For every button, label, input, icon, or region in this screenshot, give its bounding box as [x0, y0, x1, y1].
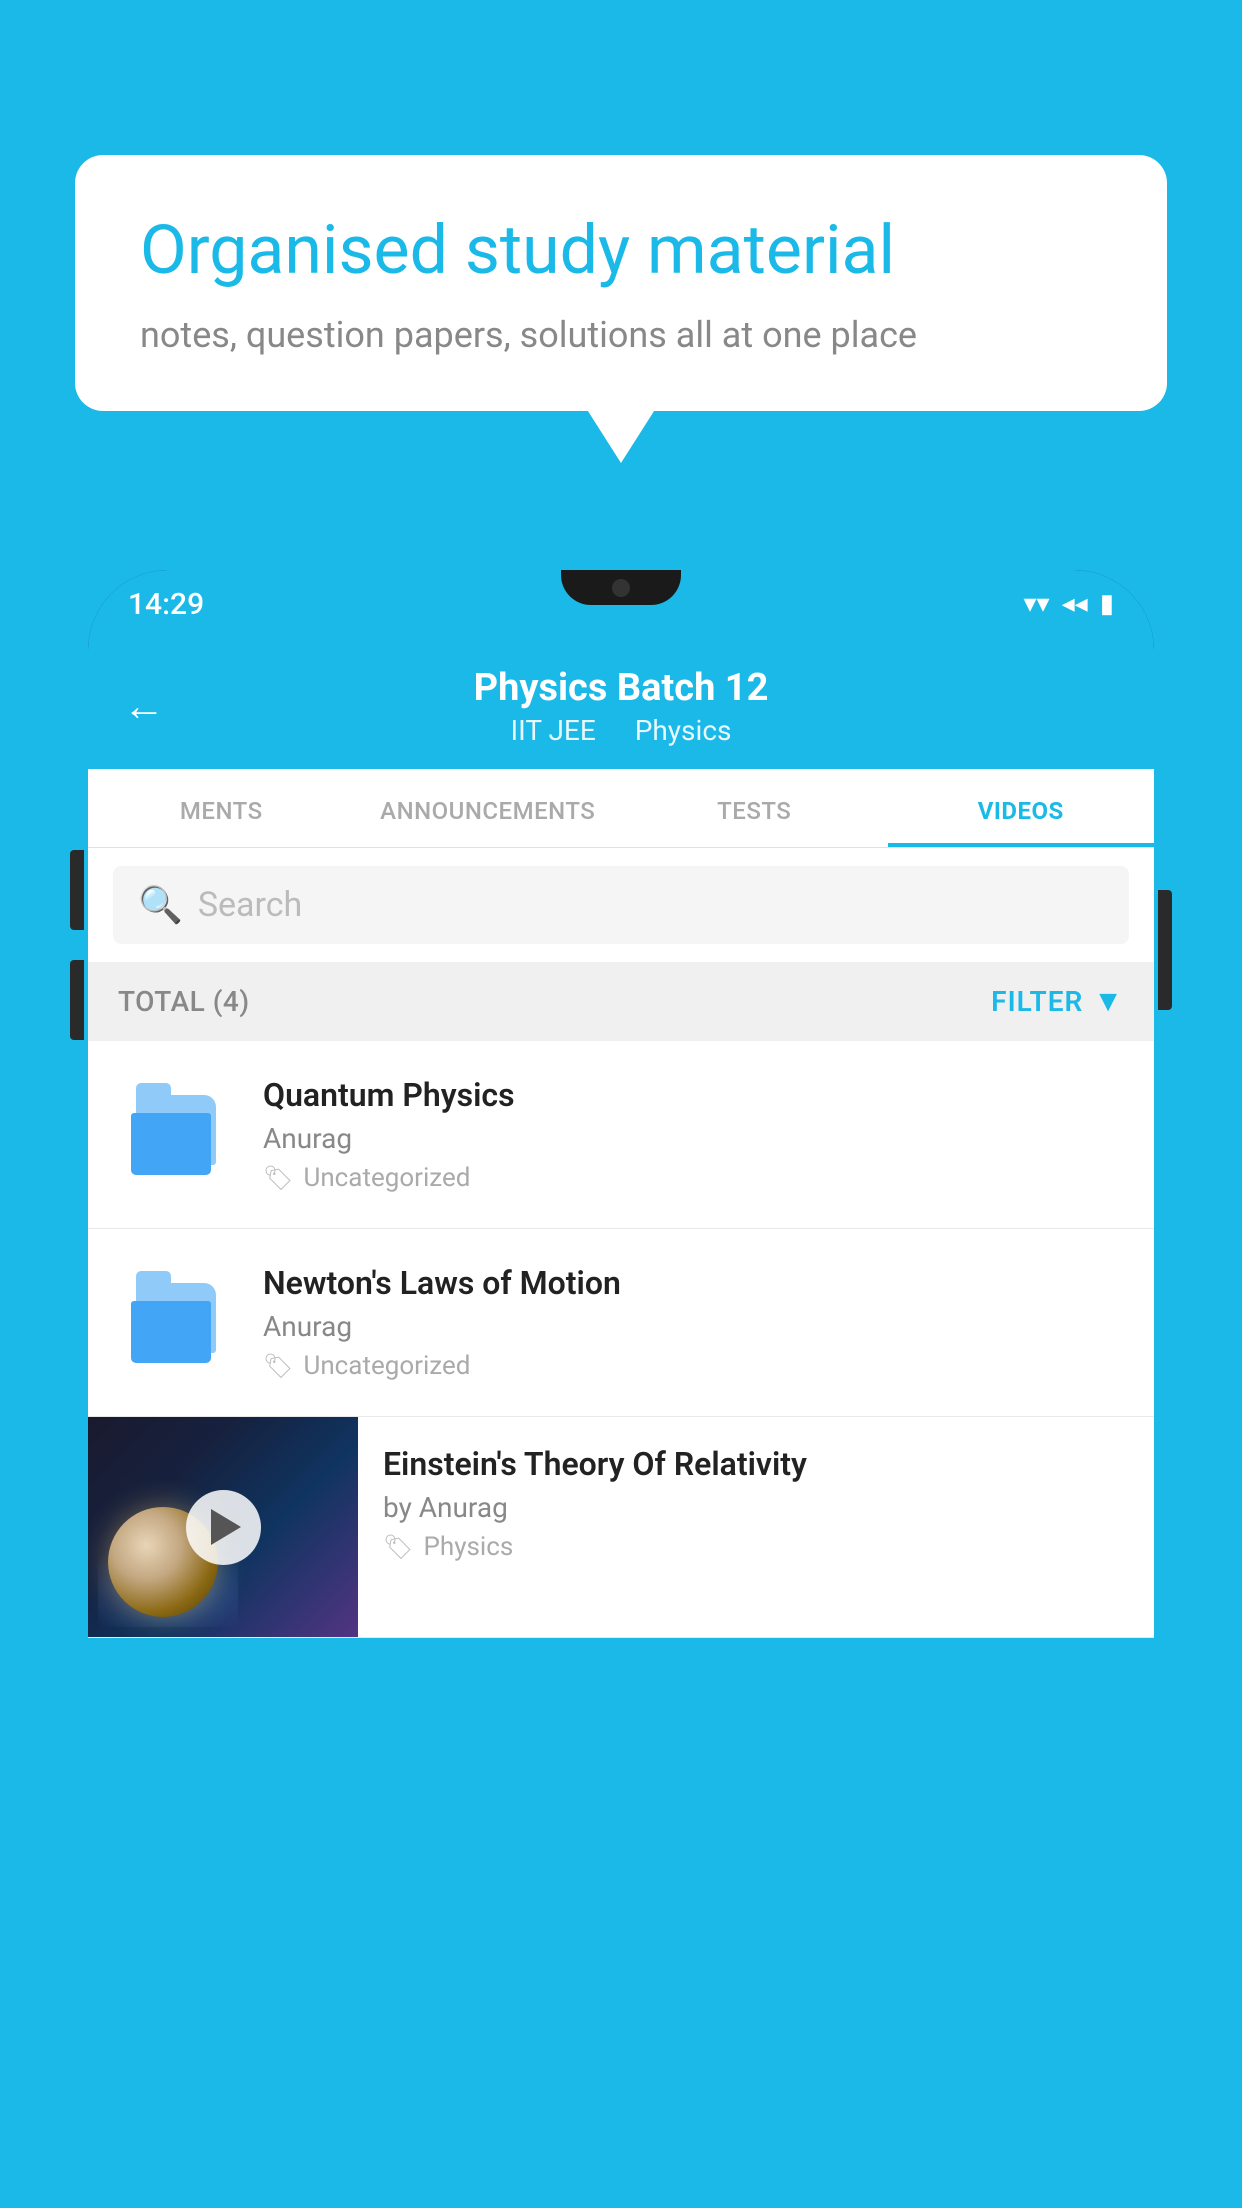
status-time: 14:29	[128, 587, 204, 622]
tag-physics: Physics	[635, 714, 732, 747]
search-placeholder: Search	[198, 885, 302, 925]
tag-icon-3: 🏷	[383, 1533, 413, 1561]
tag-icon-2: 🏷	[263, 1352, 293, 1380]
list-item[interactable]: Einstein's Theory Of Relativity by Anura…	[88, 1417, 1154, 1638]
video-title-2: Newton's Laws of Motion	[263, 1264, 1124, 1302]
folder-front-icon-2	[131, 1301, 211, 1363]
tag-text-1: Uncategorized	[303, 1163, 470, 1193]
tag-iitjee: IIT JEE	[511, 714, 596, 747]
folder-thumb-2	[118, 1265, 233, 1380]
vol-button-1	[70, 850, 84, 930]
folder-thumb-1	[118, 1077, 233, 1192]
video-tag-3: 🏷 Physics	[383, 1532, 1129, 1562]
header-title-block: Physics Batch 12 IIT JEE Physics	[474, 666, 769, 747]
tab-bar: MENTS ANNOUNCEMENTS TESTS VIDEOS	[88, 769, 1154, 848]
tab-announcements[interactable]: ANNOUNCEMENTS	[355, 769, 622, 847]
search-container: 🔍 Search	[88, 848, 1154, 962]
speech-bubble: Organised study material notes, question…	[75, 155, 1167, 411]
status-bar: 14:29 ▾▾ ◂◂ ▮	[88, 570, 1154, 638]
list-item[interactable]: Newton's Laws of Motion Anurag 🏷 Uncateg…	[88, 1229, 1154, 1417]
video-tag-1: 🏷 Uncategorized	[263, 1163, 1124, 1193]
video-info-2: Newton's Laws of Motion Anurag 🏷 Uncateg…	[263, 1264, 1124, 1381]
filter-label: FILTER	[991, 985, 1083, 1018]
video-author-2: Anurag	[263, 1310, 1124, 1343]
video-tag-2: 🏷 Uncategorized	[263, 1351, 1124, 1381]
tab-ments[interactable]: MENTS	[88, 769, 355, 847]
search-bar[interactable]: 🔍 Search	[113, 866, 1129, 944]
video-author-3: by Anurag	[383, 1491, 1129, 1524]
video-title-1: Quantum Physics	[263, 1076, 1124, 1114]
play-button-3[interactable]	[186, 1490, 261, 1565]
search-icon: 🔍	[138, 884, 183, 926]
phone-screen: 14:29 ▾▾ ◂◂ ▮ ← Physics Batch 12 IIT JEE…	[88, 570, 1154, 1638]
phone-mockup: 14:29 ▾▾ ◂◂ ▮ ← Physics Batch 12 IIT JEE…	[88, 570, 1154, 2208]
battery-icon: ▮	[1100, 589, 1114, 619]
back-button[interactable]: ←	[123, 682, 165, 731]
list-item[interactable]: Quantum Physics Anurag 🏷 Uncategorized	[88, 1041, 1154, 1229]
filter-icon: ▼	[1093, 984, 1124, 1019]
notch	[561, 570, 681, 605]
tag-text-2: Uncategorized	[303, 1351, 470, 1381]
video-info-3: Einstein's Theory Of Relativity by Anura…	[358, 1417, 1154, 1590]
batch-title: Physics Batch 12	[474, 666, 769, 710]
status-icons: ▾▾ ◂◂ ▮	[1023, 589, 1114, 619]
video-info-1: Quantum Physics Anurag 🏷 Uncategorized	[263, 1076, 1124, 1193]
folder-front-icon	[131, 1113, 211, 1175]
play-icon	[211, 1509, 241, 1545]
vol-button-2	[70, 960, 84, 1040]
camera	[612, 579, 630, 597]
signal-icon: ◂◂	[1062, 589, 1088, 619]
tag-text-3: Physics	[423, 1532, 513, 1562]
tag-icon-1: 🏷	[263, 1164, 293, 1192]
tab-videos[interactable]: VIDEOS	[888, 769, 1155, 847]
video-thumbnail-3	[88, 1417, 358, 1637]
bubble-subtitle: notes, question papers, solutions all at…	[140, 314, 1102, 356]
bubble-title: Organised study material	[140, 210, 1102, 292]
video-list: Quantum Physics Anurag 🏷 Uncategorized	[88, 1041, 1154, 1638]
batch-subtitle: IIT JEE Physics	[474, 714, 769, 747]
filter-bar: TOTAL (4) FILTER ▼	[88, 962, 1154, 1041]
power-button	[1158, 890, 1172, 1010]
app-header: ← Physics Batch 12 IIT JEE Physics	[88, 638, 1154, 769]
tab-tests[interactable]: TESTS	[621, 769, 888, 847]
wifi-icon: ▾▾	[1023, 589, 1049, 619]
filter-button[interactable]: FILTER ▼	[991, 984, 1124, 1019]
video-title-3: Einstein's Theory Of Relativity	[383, 1445, 1129, 1483]
video-author-1: Anurag	[263, 1122, 1124, 1155]
total-count: TOTAL (4)	[118, 985, 250, 1018]
